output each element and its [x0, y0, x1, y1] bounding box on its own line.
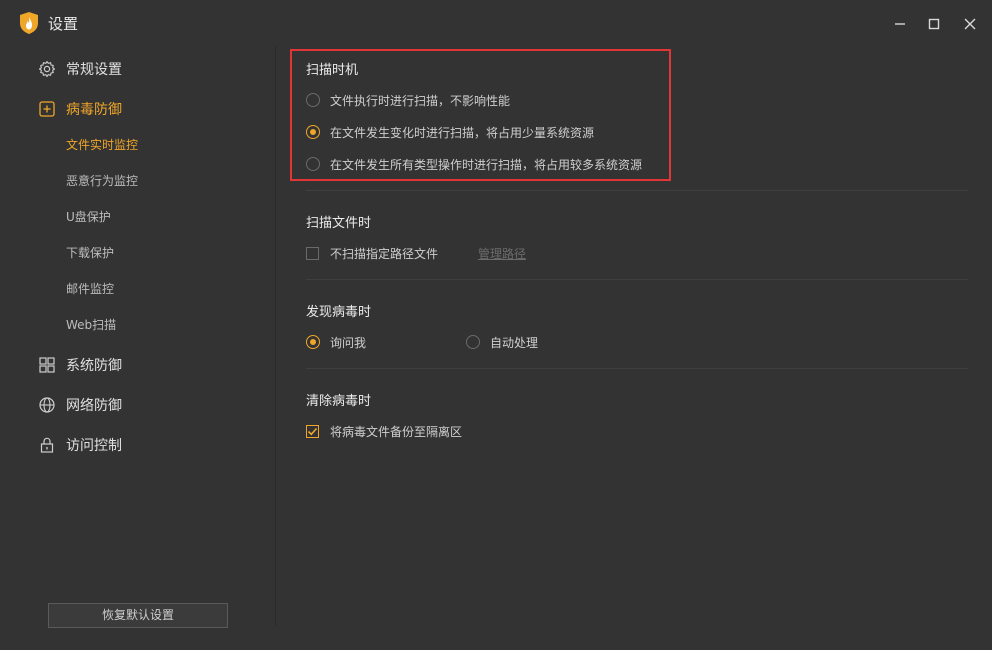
close-icon: [964, 18, 976, 30]
restore-defaults-button[interactable]: 恢复默认设置: [48, 603, 228, 628]
section-divider: [306, 368, 968, 369]
sidebar-item-label: 病毒防御: [66, 102, 122, 118]
shield-flame-icon: [19, 11, 39, 35]
title-bar: 设置: [0, 0, 992, 46]
sidebar-divider: [275, 46, 276, 626]
radio-ask-me[interactable]: 询问我: [306, 334, 366, 350]
window-title: 设置: [48, 15, 79, 33]
sidebar-subitem-web-scan[interactable]: Web扫描: [66, 316, 116, 334]
radio-indicator: [306, 125, 320, 139]
sidebar-item-label: 网络防御: [66, 398, 122, 414]
sidebar-subitem-file-monitor[interactable]: 文件实时监控: [66, 136, 138, 154]
sidebar-item-general[interactable]: 常规设置: [38, 57, 122, 81]
sidebar-subitem-mail-monitor[interactable]: 邮件监控: [66, 280, 114, 298]
checkbox-label: 将病毒文件备份至隔离区: [330, 424, 463, 439]
sidebar-item-network-defense[interactable]: 网络防御: [38, 393, 122, 417]
radio-auto-handle[interactable]: 自动处理: [466, 334, 538, 350]
lock-icon: [38, 436, 56, 454]
section-title-virus-found: 发现病毒时: [306, 305, 372, 320]
minimize-button[interactable]: [888, 12, 912, 36]
section-title-scan-files: 扫描文件时: [306, 216, 372, 231]
manage-paths-link[interactable]: 管理路径: [478, 245, 526, 262]
section-title-virus-clean: 清除病毒时: [306, 394, 372, 409]
section-divider: [306, 279, 968, 280]
sidebar-item-label: 常规设置: [66, 62, 122, 78]
radio-indicator: [306, 157, 320, 171]
maximize-icon: [928, 18, 940, 30]
radio-label: 自动处理: [490, 335, 539, 350]
gear-icon: [38, 60, 56, 78]
radio-scan-on-all-ops[interactable]: 在文件发生所有类型操作时进行扫描，将占用较多系统资源: [306, 156, 642, 172]
radio-indicator: [466, 335, 480, 349]
checkmark-icon: [307, 427, 318, 435]
radio-scan-on-change[interactable]: 在文件发生变化时进行扫描，将占用少量系统资源: [306, 124, 594, 140]
section-divider: [306, 190, 968, 191]
maximize-button[interactable]: [922, 12, 946, 36]
close-button[interactable]: [958, 12, 982, 36]
minimize-icon: [894, 18, 906, 30]
sidebar-subitem-behavior-monitor[interactable]: 恶意行为监控: [66, 172, 138, 190]
sidebar-item-system-defense[interactable]: 系统防御: [38, 353, 122, 377]
checkbox-indicator: [306, 424, 319, 438]
checkbox-backup-quarantine[interactable]: 将病毒文件备份至隔离区: [306, 423, 462, 439]
sidebar-item-label: 访问控制: [66, 438, 122, 454]
sidebar-subitem-usb-protection[interactable]: U盘保护: [66, 208, 111, 226]
sidebar-subitem-download-protection[interactable]: 下载保护: [66, 244, 114, 262]
checkbox-skip-paths[interactable]: 不扫描指定路径文件 管理路径: [306, 245, 526, 261]
radio-label: 询问我: [330, 335, 367, 350]
plus-square-icon: [38, 100, 56, 118]
checkbox-label: 不扫描指定路径文件: [330, 246, 439, 261]
sidebar-item-access-control[interactable]: 访问控制: [38, 433, 122, 457]
globe-icon: [38, 396, 56, 414]
grid-icon: [38, 356, 56, 374]
section-title-scan-timing: 扫描时机: [306, 63, 359, 78]
sidebar-item-virus-defense[interactable]: 病毒防御: [38, 97, 122, 121]
checkbox-indicator: [306, 246, 319, 260]
radio-label: 文件执行时进行扫描，不影响性能: [330, 93, 511, 108]
radio-label: 在文件发生变化时进行扫描，将占用少量系统资源: [330, 125, 595, 140]
sidebar-item-label: 系统防御: [66, 358, 122, 374]
radio-label: 在文件发生所有类型操作时进行扫描，将占用较多系统资源: [330, 157, 643, 172]
radio-scan-on-execute[interactable]: 文件执行时进行扫描，不影响性能: [306, 92, 510, 108]
radio-indicator: [306, 93, 320, 107]
radio-indicator: [306, 335, 320, 349]
